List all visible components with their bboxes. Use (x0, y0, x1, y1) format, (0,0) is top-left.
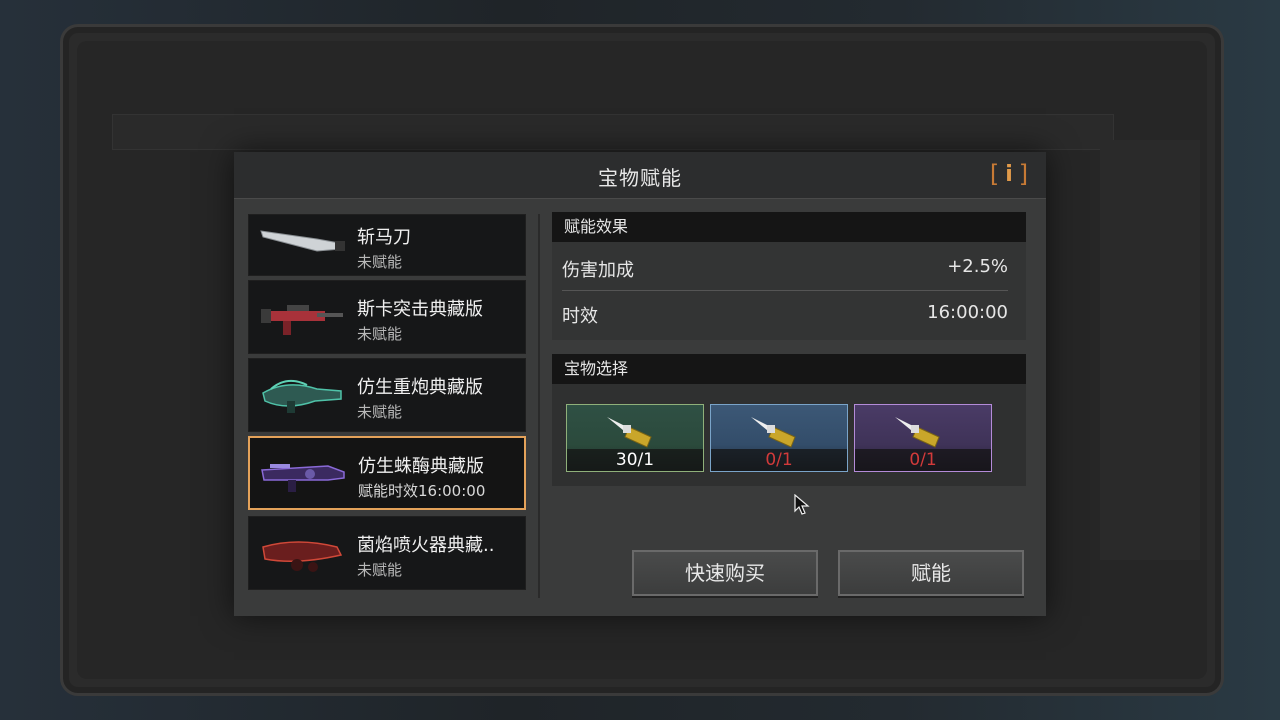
effect-separator (562, 290, 1008, 291)
assault-rifle-red-icon (261, 305, 343, 335)
weapon-item-scar-collector[interactable]: 斯卡突击典藏版 未赋能 (248, 280, 526, 354)
dialog-title: 宝物赋能 (598, 166, 682, 190)
weapon-item-bionic-cannon[interactable]: 仿生重炮典藏版 未赋能 (248, 358, 526, 432)
machete-weapon-icon (260, 230, 345, 252)
effect-label: 伤害加成 (562, 260, 634, 281)
enchant-button[interactable]: 赋能 (838, 550, 1024, 596)
bionic-spider-rifle-icon (261, 464, 345, 492)
weapon-name: 斩马刀 (357, 227, 411, 248)
effect-value: +2.5% (947, 256, 1008, 277)
treasure-slot-purple[interactable]: 0/1 (854, 404, 992, 472)
weapon-item-bionic-spider-selected[interactable]: 仿生蛛酶典藏版 赋能时效16:00:00 (248, 436, 526, 510)
treasure-panel: 30/1 0/1 0/1 (552, 384, 1026, 486)
weapon-item-zhanmadao[interactable]: 斩马刀 未赋能 (248, 214, 526, 276)
weapon-name: 仿生重炮典藏版 (357, 377, 483, 398)
flamethrower-icon (262, 541, 343, 572)
treasure-drill-icon (607, 417, 652, 448)
treasure-drill-icon (895, 417, 940, 448)
treasure-slot-blue[interactable]: 0/1 (710, 404, 848, 472)
bracket-right-icon: ] (1018, 160, 1029, 188)
weapon-item-fungal-flamethrower[interactable]: 菌焰喷火器典藏.. 未赋能 (248, 516, 526, 590)
treasure-count: 0/1 (711, 449, 847, 471)
weapon-list: 斩马刀 未赋能 斯卡突击典藏版 未赋能 仿生重炮典藏版 未赋能 仿生蛛酶典藏版 … (248, 214, 528, 594)
weapon-status: 赋能时效16:00:00 (358, 482, 486, 500)
weapon-name: 仿生蛛酶典藏版 (358, 456, 484, 477)
effect-section-header: 赋能效果 (552, 212, 1026, 242)
mouse-cursor-icon (794, 494, 810, 515)
treasure-count: 0/1 (855, 449, 991, 471)
quick-buy-button[interactable]: 快速购买 (632, 550, 818, 596)
treasure-enchant-dialog: 宝物赋能 [ i ] 斩马刀 未赋能 斯卡突击典藏版 未赋能 仿生重炮典藏版 未… (234, 152, 1046, 616)
info-button[interactable]: [ i ] (990, 159, 1028, 189)
effect-row-duration: 时效 16:00:00 (562, 292, 1008, 336)
weapon-status: 未赋能 (357, 403, 403, 421)
treasure-section-header: 宝物选择 (552, 354, 1026, 384)
effect-panel: 伤害加成 +2.5% 时效 16:00:00 (552, 242, 1026, 340)
weapon-name: 菌焰喷火器典藏.. (357, 535, 495, 556)
dialog-header: 宝物赋能 [ i ] (234, 152, 1046, 199)
treasure-count: 30/1 (567, 449, 703, 471)
weapon-status: 未赋能 (357, 325, 403, 343)
background-side-menu (1100, 140, 1200, 560)
effect-label: 时效 (562, 306, 598, 327)
background-tab-bar (112, 114, 1114, 150)
vertical-divider (538, 214, 540, 598)
treasure-drill-icon (751, 417, 796, 448)
weapon-status: 未赋能 (357, 253, 403, 271)
effect-value: 16:00:00 (927, 302, 1008, 323)
info-icon: i (1005, 161, 1013, 187)
bionic-cannon-icon (262, 379, 342, 413)
weapon-status: 未赋能 (357, 561, 403, 579)
bracket-left-icon: [ (989, 160, 1000, 188)
treasure-slot-green[interactable]: 30/1 (566, 404, 704, 472)
weapon-name: 斯卡突击典藏版 (357, 299, 483, 320)
effect-row-damage: 伤害加成 +2.5% (562, 246, 1008, 290)
